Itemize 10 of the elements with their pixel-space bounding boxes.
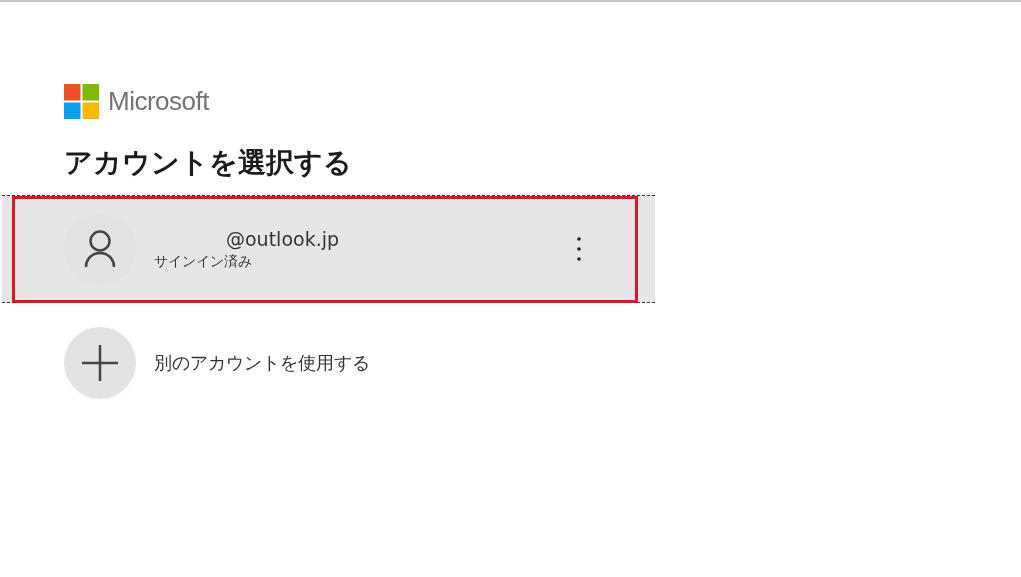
account-tile[interactable]: @outlook.jp サインイン済み [2, 195, 655, 303]
page-title: アカウントを選択する [64, 145, 353, 181]
logo-text: Microsoft [108, 85, 209, 117]
person-icon [84, 230, 116, 268]
account-status: サインイン済み [154, 252, 253, 271]
plus-icon [82, 345, 118, 381]
account-email: @outlook.jp [225, 227, 341, 251]
add-account-label[interactable]: 別のアカウントを使用する [154, 351, 370, 375]
more-icon [577, 237, 581, 261]
microsoft-logo-icon [64, 83, 99, 119]
